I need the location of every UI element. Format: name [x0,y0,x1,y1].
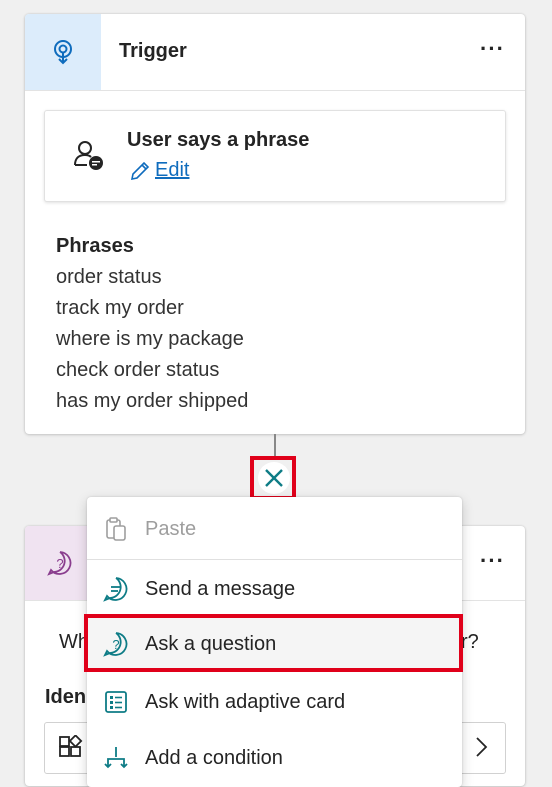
menu-item-add-condition[interactable]: Add a condition [87,730,462,786]
trigger-icon-box [25,14,101,90]
menu-item-paste[interactable]: Paste [87,501,462,557]
phrases-section: Phrases order status track my order wher… [56,231,248,417]
trigger-card: Trigger ··· User says a phrase Edit Phra… [25,14,525,434]
menu-item-label: Send a message [145,577,296,600]
phrase-item: has my order shipped [56,390,249,412]
trigger-icon [54,40,72,65]
identify-label: Iden [45,686,87,708]
phrase-item: track my order [56,297,184,319]
phrase-box-title: User says a phrase [127,129,310,151]
menu-item-send-message[interactable]: Send a message [87,561,462,617]
user-says-phrase-box[interactable]: User says a phrase Edit [44,110,506,202]
svg-text:?: ? [56,556,63,571]
phrase-item: check order status [56,359,220,381]
close-button-highlight [250,456,296,500]
adaptive-card-icon [105,691,127,713]
menu-item-label: Ask with adaptive card [145,690,346,713]
question-node-icon: ? [47,551,72,576]
question-more-button[interactable]: ··· [480,550,505,572]
phrases-heading: Phrases [56,235,134,257]
chevron-right-icon [476,737,488,757]
branch-icon [104,747,128,769]
edit-link-label: Edit [155,159,190,181]
phrases-list: order status track my order where is my … [56,262,248,417]
menu-divider [87,559,462,560]
menu-item-label: Add a condition [145,746,283,769]
menu-item-label: Paste [145,517,197,540]
question-text-fragment-end: r? [461,631,479,653]
trigger-title: Trigger [119,40,187,62]
trigger-more-button[interactable]: ··· [480,38,505,60]
pencil-icon [130,161,150,180]
ask-question-highlight [84,614,463,672]
message-icon [103,577,128,602]
trigger-card-header: Trigger ··· [25,14,525,91]
phrase-item: where is my package [56,328,244,350]
entity-icon [59,735,83,757]
paste-icon [106,517,126,541]
menu-item-adaptive-card[interactable]: Ask with adaptive card [87,674,462,730]
edit-link[interactable]: Edit [129,159,189,182]
phrase-item: order status [56,266,162,288]
user-chat-icon [73,139,105,176]
